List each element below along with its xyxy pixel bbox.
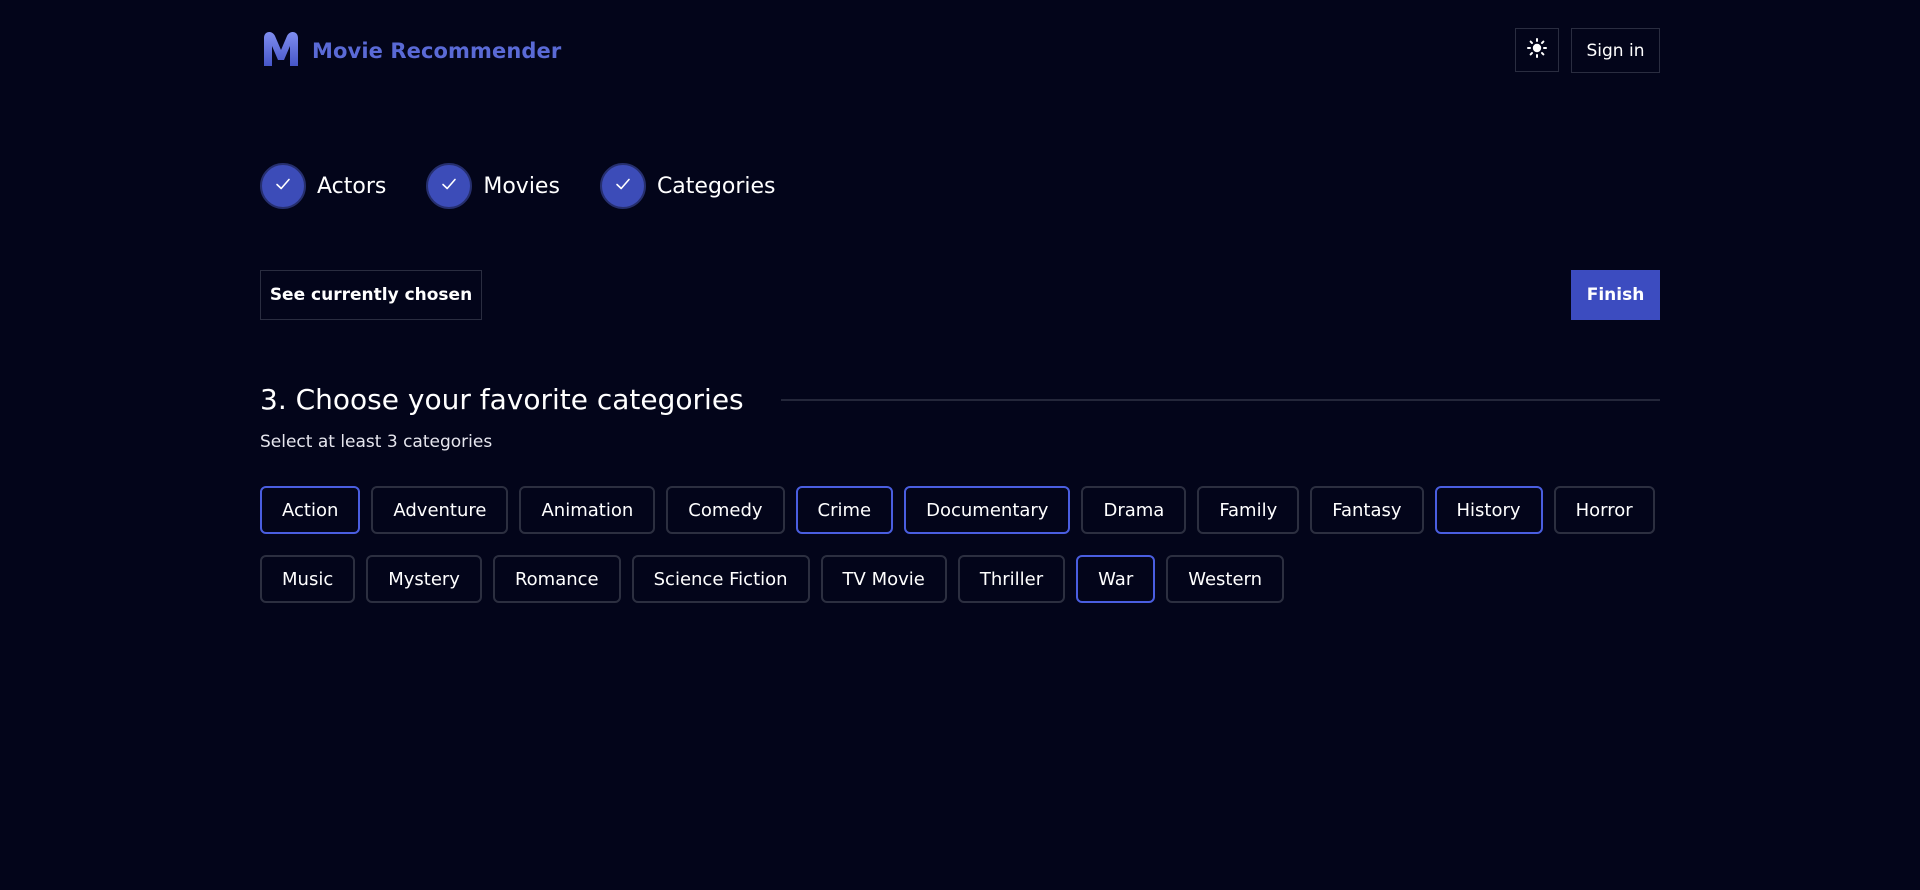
category-chips: Action Adventure Animation Comedy Crime … (260, 486, 1660, 624)
stepper: Actors Movies Categories (260, 161, 816, 211)
category-chip[interactable]: Western (1166, 555, 1285, 603)
category-chip[interactable]: Crime (795, 486, 894, 534)
category-chip[interactable]: History (1434, 486, 1543, 534)
chip-row: Action Adventure Animation Comedy Crime … (260, 486, 1660, 534)
category-chip[interactable]: Horror (1553, 486, 1655, 534)
step-label: Actors (317, 173, 387, 199)
logo-icon (260, 28, 302, 74)
check-icon (614, 175, 632, 197)
section-title: 3. Choose your favorite categories (260, 383, 744, 416)
category-chip[interactable]: Mystery (366, 555, 482, 603)
see-currently-chosen-button[interactable]: See currently chosen (260, 270, 482, 320)
category-chip[interactable]: Romance (492, 555, 621, 603)
step-movies[interactable]: Movies (426, 163, 560, 209)
category-chip[interactable]: Adventure (371, 486, 509, 534)
sign-in-button[interactable]: Sign in (1571, 28, 1660, 73)
category-chip[interactable]: TV Movie (820, 555, 947, 603)
step-check-circle (599, 163, 646, 209)
step-label: Categories (656, 173, 776, 199)
brand-link[interactable]: Movie Recommender (260, 28, 561, 74)
step-actors[interactable]: Actors (260, 163, 386, 209)
category-chip[interactable]: Comedy (666, 486, 785, 534)
step-check-circle (426, 163, 473, 209)
check-icon (274, 175, 292, 197)
category-chip[interactable]: War (1076, 555, 1156, 603)
category-chip[interactable]: Documentary (904, 486, 1071, 534)
finish-button[interactable]: Finish (1571, 270, 1660, 320)
page: Movie Recommender Sign in Actors Movies … (0, 0, 1920, 890)
sun-icon (1527, 38, 1547, 62)
brand-title: Movie Recommender (312, 39, 562, 63)
category-chip[interactable]: Fantasy (1310, 486, 1424, 534)
check-icon (440, 175, 458, 197)
category-chip[interactable]: Drama (1081, 486, 1187, 534)
section-divider (781, 399, 1660, 401)
category-chip[interactable]: Action (260, 486, 361, 534)
category-chip[interactable]: Music (260, 555, 356, 603)
step-check-circle (260, 163, 306, 209)
step-categories[interactable]: Categories (599, 163, 776, 209)
theme-toggle-button[interactable] (1515, 28, 1559, 72)
category-chip[interactable]: Animation (519, 486, 656, 534)
category-chip[interactable]: Science Fiction (631, 555, 810, 603)
chip-row: Music Mystery Romance Science Fiction TV… (260, 555, 1660, 603)
step-label: Movies (483, 173, 560, 199)
header: Movie Recommender Sign in (260, 28, 1660, 74)
section-subtitle: Select at least 3 categories (260, 432, 493, 452)
category-chip[interactable]: Family (1197, 486, 1300, 534)
category-chip[interactable]: Thriller (957, 555, 1066, 603)
